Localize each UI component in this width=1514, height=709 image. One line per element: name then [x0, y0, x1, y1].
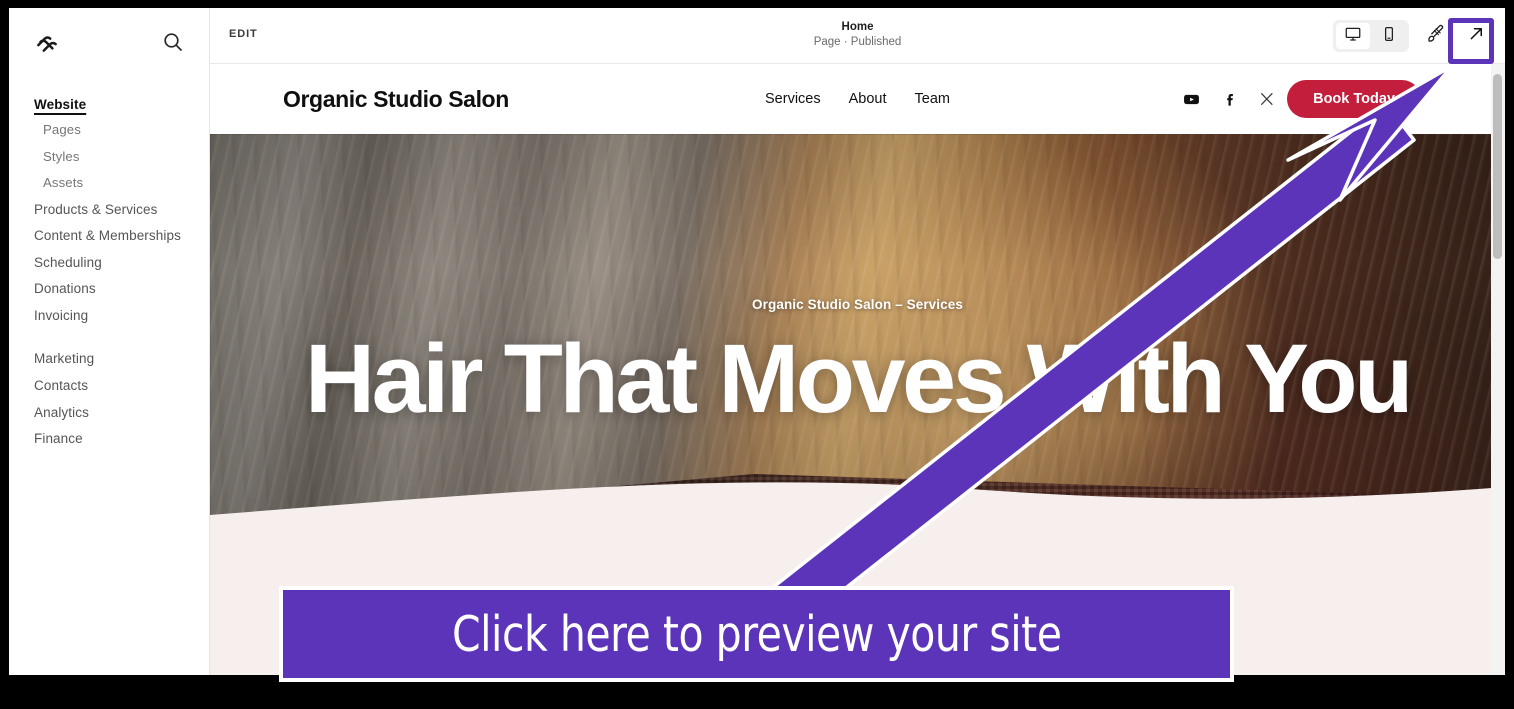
sidebar-divider [9, 329, 209, 346]
sidebar-item-products-services[interactable]: Products & Services [9, 197, 209, 224]
paintbrush-icon [1426, 23, 1447, 49]
site-nav-item-team[interactable]: Team [915, 91, 950, 107]
preview-site-button[interactable] [1461, 21, 1491, 51]
book-today-button[interactable]: Book Today [1287, 80, 1421, 118]
sidebar-item-website[interactable]: Website [9, 92, 209, 117]
search-icon[interactable] [161, 30, 185, 54]
x-twitter-icon[interactable] [1259, 91, 1275, 107]
sidebar-item-donations[interactable]: Donations [9, 276, 209, 303]
device-toggle [1333, 20, 1409, 52]
site-nav-item-services[interactable]: Services [765, 91, 821, 107]
sidebar-item-content-memberships[interactable]: Content & Memberships [9, 223, 209, 250]
instruction-callout: Click here to preview your site [279, 586, 1234, 682]
desktop-icon [1344, 25, 1362, 48]
site-nav-item-about[interactable]: About [849, 91, 887, 107]
sidebar-item-pages[interactable]: Pages [9, 117, 209, 144]
page-status: Page · Published [813, 36, 902, 48]
site-logo-text[interactable]: Organic Studio Salon [283, 86, 509, 113]
social-links [1183, 91, 1275, 108]
edit-button[interactable]: EDIT [229, 28, 258, 40]
sidebar-item-styles[interactable]: Styles [9, 144, 209, 171]
sidebar-item-finance[interactable]: Finance [9, 426, 209, 453]
preview-scrollbar-thumb[interactable] [1493, 74, 1502, 259]
mobile-icon [1380, 25, 1398, 48]
sidebar-item-marketing[interactable]: Marketing [9, 346, 209, 373]
screenshot-root: Website Pages Styles Assets Products & S… [0, 0, 1514, 709]
site-styles-button[interactable] [1419, 20, 1453, 52]
site-header: Organic Studio Salon Services About Team [210, 64, 1505, 134]
toolbar-actions [1333, 19, 1491, 53]
page-title: Home [841, 21, 874, 33]
sidebar-header [9, 8, 209, 72]
sidebar: Website Pages Styles Assets Products & S… [9, 8, 210, 675]
sidebar-item-contacts[interactable]: Contacts [9, 373, 209, 400]
instruction-callout-text: Click here to preview your site [451, 605, 1062, 663]
desktop-view-button[interactable] [1336, 23, 1370, 49]
hero-bottom-curve [210, 482, 1505, 579]
hero-section: Organic Studio Salon – Services Hair Tha… [210, 134, 1505, 579]
youtube-icon[interactable] [1183, 91, 1200, 108]
site-preview-canvas[interactable]: Organic Studio Salon Services About Team [210, 64, 1505, 675]
mobile-view-button[interactable] [1372, 23, 1406, 49]
site-nav: Services About Team [765, 91, 950, 107]
open-in-new-arrow-icon [1467, 24, 1486, 48]
hero-eyebrow: Organic Studio Salon – Services [752, 297, 963, 312]
page-info: Home Page · Published [210, 20, 1505, 50]
sidebar-item-invoicing[interactable]: Invoicing [9, 303, 209, 330]
hero-headline: Hair That Moves With You [305, 324, 1413, 433]
squarespace-app-window: Website Pages Styles Assets Products & S… [9, 8, 1505, 675]
squarespace-logo-icon[interactable] [34, 30, 60, 56]
facebook-icon[interactable] [1221, 91, 1238, 108]
sidebar-item-analytics[interactable]: Analytics [9, 400, 209, 427]
editor-toolbar: EDIT Home Page · Published [210, 8, 1505, 64]
sidebar-item-assets[interactable]: Assets [9, 170, 209, 197]
sidebar-item-scheduling[interactable]: Scheduling [9, 250, 209, 277]
sidebar-nav: Website Pages Styles Assets Products & S… [9, 92, 209, 453]
